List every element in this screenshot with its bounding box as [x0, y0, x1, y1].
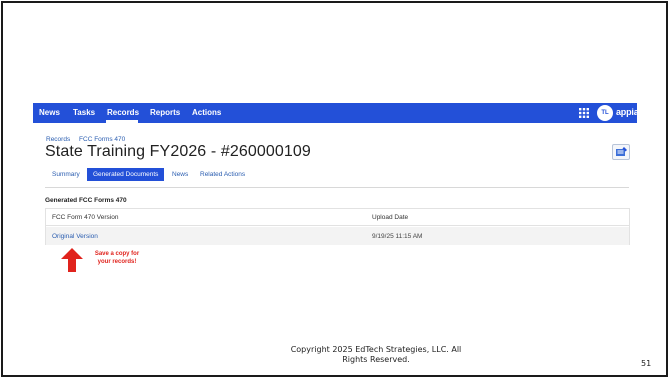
upload-date-value: 9/19/25 11:15 AM: [372, 233, 423, 240]
tab-summary[interactable]: Summary: [52, 168, 80, 181]
save-copy-callout: Save a copy for your records!: [85, 250, 149, 266]
app-grid-icon[interactable]: [579, 108, 589, 118]
copyright-line-2: Rights Reserved.: [342, 355, 410, 364]
column-header-upload-date[interactable]: Upload Date: [372, 214, 408, 221]
nav-item-reports[interactable]: Reports: [150, 107, 180, 119]
callout-line-1: Save a copy for: [94, 251, 140, 257]
nav-item-records[interactable]: Records: [107, 107, 139, 119]
red-up-arrow-icon: [61, 248, 83, 272]
active-nav-indicator: [106, 120, 138, 123]
generated-forms-table: FCC Form 470 Version Upload Date Origina…: [45, 208, 630, 245]
top-navigation-bar: News Tasks Records Reports Actions TL ap…: [33, 103, 637, 123]
nav-item-news[interactable]: News: [39, 107, 60, 119]
callout-line-2: your records!: [97, 259, 137, 265]
breadcrumb-fcc-forms-470[interactable]: FCC Forms 470: [79, 136, 125, 143]
record-title: State Training FY2026 - #260000109: [45, 143, 311, 160]
copyright-line-1: Copyright 2025 EdTech Strategies, LLC. A…: [290, 345, 462, 354]
column-header-version[interactable]: FCC Form 470 Version: [52, 214, 118, 221]
appian-logo: appian: [616, 107, 637, 117]
table-header: FCC Form 470 Version Upload Date: [46, 209, 629, 226]
appian-window: News Tasks Records Reports Actions TL ap…: [33, 103, 637, 275]
slide-number: 51: [641, 359, 652, 368]
nav-item-tasks[interactable]: Tasks: [73, 107, 95, 119]
tab-generated-documents[interactable]: Generated Documents: [87, 168, 165, 181]
nav-item-actions[interactable]: Actions: [192, 107, 221, 119]
table-row: Original Version 9/19/25 11:15 AM: [46, 227, 629, 245]
user-avatar[interactable]: TL: [597, 105, 613, 121]
edit-document-icon: [616, 147, 627, 156]
breadcrumb-records[interactable]: Records: [46, 136, 70, 143]
copyright-notice: Copyright 2025 EdTech Strategies, LLC. A…: [276, 345, 476, 365]
breadcrumb: Records FCC Forms 470: [46, 136, 132, 143]
tabs-divider: [45, 187, 629, 188]
original-version-link[interactable]: Original Version: [52, 233, 98, 240]
section-title: Generated FCC Forms 470: [45, 197, 127, 204]
tab-news[interactable]: News: [172, 168, 188, 181]
tab-related-actions[interactable]: Related Actions: [200, 168, 245, 181]
record-actions-button[interactable]: [612, 144, 630, 160]
